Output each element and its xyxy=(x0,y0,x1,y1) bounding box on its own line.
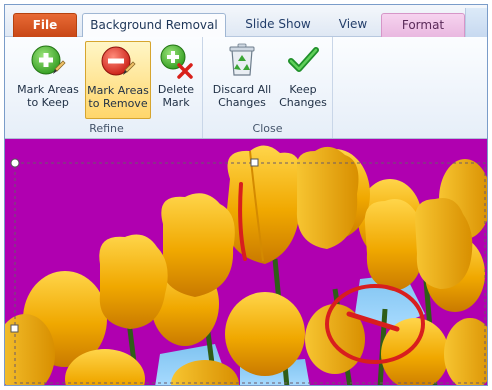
tab-view[interactable]: View xyxy=(325,13,381,37)
recycle-bin-icon xyxy=(223,41,261,79)
mark-areas-to-keep-label: Mark Areas to Keep xyxy=(17,83,79,109)
discard-all-changes-label: Discard All Changes xyxy=(212,83,272,109)
keep-changes-button[interactable]: Keep Changes xyxy=(277,41,329,119)
discard-all-changes-button[interactable]: Discard All Changes xyxy=(209,41,275,119)
powerpoint-window: File Background Removal Slide Show View … xyxy=(4,4,488,386)
slide-canvas[interactable] xyxy=(5,139,487,386)
tab-slide-show[interactable]: Slide Show xyxy=(231,13,325,37)
plus-x-icon xyxy=(157,41,195,79)
delete-mark-button[interactable]: Delete Mark xyxy=(153,41,199,119)
ribbon-panel: Mark Areas to Keep Mark Areas to Remove … xyxy=(5,37,487,139)
plus-circle-icon xyxy=(29,41,67,79)
checkmark-icon xyxy=(284,41,322,79)
mark-areas-to-remove-button[interactable]: Mark Areas to Remove xyxy=(85,41,151,119)
refine-group-label: Refine xyxy=(89,122,124,135)
tab-format[interactable]: Format xyxy=(381,13,465,37)
tab-file[interactable]: File xyxy=(13,13,77,37)
refine-group: Mark Areas to Keep Mark Areas to Remove … xyxy=(11,37,203,138)
mark-areas-to-remove-label: Mark Areas to Remove xyxy=(87,84,149,110)
ribbon-tab-strip: File Background Removal Slide Show View … xyxy=(5,5,487,38)
tulip-picture[interactable] xyxy=(5,139,487,386)
close-group-label: Close xyxy=(252,122,283,135)
keep-changes-label: Keep Changes xyxy=(279,83,327,109)
tab-background-removal[interactable]: Background Removal xyxy=(82,13,226,38)
mark-areas-to-keep-button[interactable]: Mark Areas to Keep xyxy=(15,41,81,119)
tab-strip-end xyxy=(465,8,487,37)
minus-circle-icon xyxy=(99,42,137,80)
delete-mark-label: Delete Mark xyxy=(157,83,195,109)
close-group: Discard All Changes Keep Changes Close xyxy=(203,37,333,138)
